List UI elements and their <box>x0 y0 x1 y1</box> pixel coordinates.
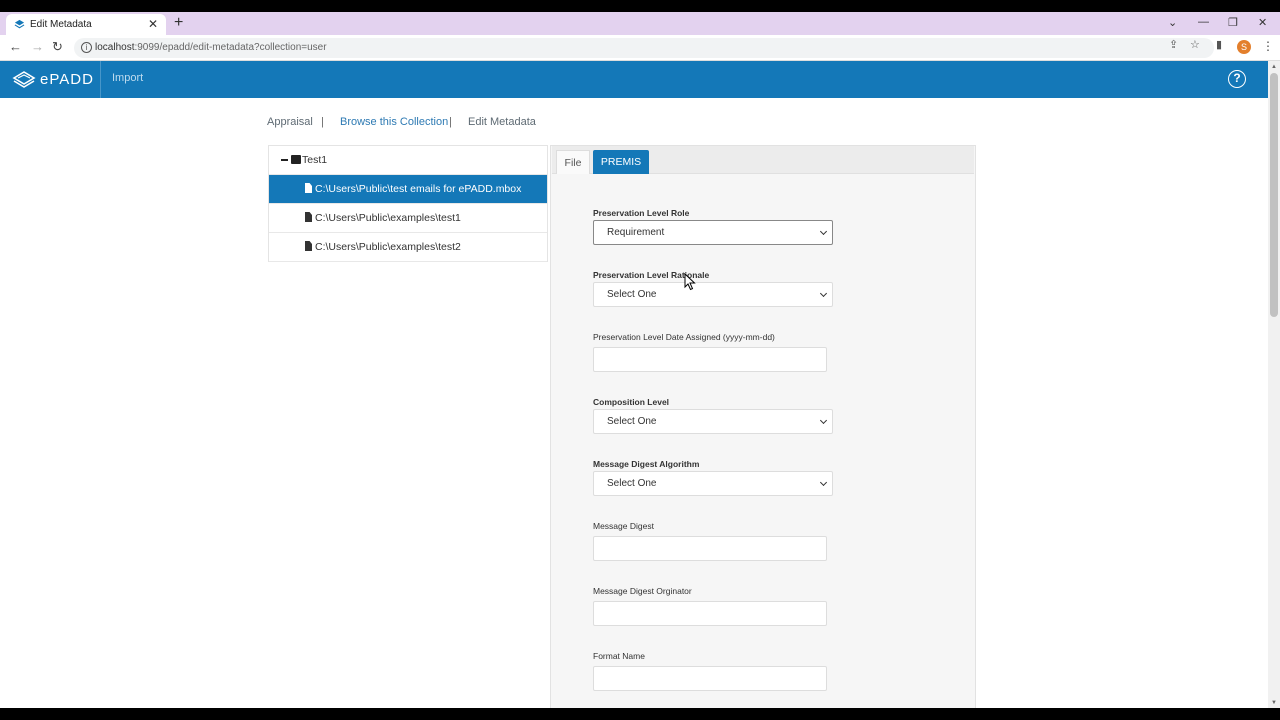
epadd-favicon-icon <box>14 19 25 29</box>
bookmark-star-icon[interactable]: ☆ <box>1190 38 1200 51</box>
tree-file-label: C:\Users\Public\examples\test1 <box>315 212 461 224</box>
preservation-level-date-input[interactable] <box>593 347 827 372</box>
url-host: localhost <box>95 42 135 53</box>
app-logo-text[interactable]: ePADD <box>40 71 94 88</box>
collection-tree: Test1 C:\Users\Public\test emails for eP… <box>268 145 548 262</box>
share-icon[interactable]: ⇪ <box>1169 38 1178 51</box>
back-icon[interactable]: ← <box>9 39 22 54</box>
url-field[interactable]: i localhost:9099/epadd/edit-metadata?col… <box>74 38 1214 58</box>
chevron-down-icon <box>819 227 828 236</box>
browser-menu-icon[interactable]: ⋮ <box>1262 39 1274 53</box>
tab-search-icon[interactable]: ⌄ <box>1168 16 1177 29</box>
file-icon <box>305 212 312 222</box>
preservation-level-date-label: Preservation Level Date Assigned (yyyy-m… <box>593 332 775 342</box>
message-digest-label: Message Digest <box>593 521 654 531</box>
message-digest-algorithm-select[interactable]: Select One <box>593 471 833 496</box>
url-path: :9099/epadd/edit-metadata?collection=use… <box>134 42 327 53</box>
browser-tab-bar: Edit Metadata ✕ + ⌄ — ❐ ✕ <box>0 12 1280 35</box>
tab-close-icon[interactable]: ✕ <box>148 17 158 31</box>
tree-file-item[interactable]: C:\Users\Public\test emails for ePADD.mb… <box>269 175 547 204</box>
folder-icon <box>291 155 301 164</box>
collapse-icon[interactable] <box>281 159 288 161</box>
file-icon <box>305 183 312 193</box>
tree-root-node[interactable]: Test1 <box>269 146 547 175</box>
editor-tabs: File PREMIS <box>552 146 974 174</box>
chevron-down-icon <box>819 289 828 298</box>
browser-tab[interactable]: Edit Metadata ✕ <box>6 14 166 35</box>
tab-premis[interactable]: PREMIS <box>593 150 649 174</box>
breadcrumb-appraisal[interactable]: Appraisal <box>267 116 313 128</box>
breadcrumb-separator: | <box>449 116 452 128</box>
tab-title: Edit Metadata <box>30 19 92 30</box>
restore-icon[interactable]: ❐ <box>1228 16 1238 29</box>
header-divider <box>100 61 101 98</box>
select-value: Select One <box>607 478 657 489</box>
minimize-icon[interactable]: — <box>1198 16 1209 28</box>
tree-file-item[interactable]: C:\Users\Public\examples\test2 <box>269 233 547 262</box>
chevron-down-icon <box>819 478 828 487</box>
message-digest-originator-input[interactable] <box>593 601 827 626</box>
select-value: Select One <box>607 289 657 300</box>
breadcrumb-separator: | <box>321 116 324 128</box>
message-digest-originator-label: Message Digest Orginator <box>593 586 692 596</box>
file-icon <box>305 241 312 251</box>
reload-icon[interactable]: ↻ <box>52 39 63 55</box>
tab-file[interactable]: File <box>556 150 590 174</box>
chevron-down-icon <box>819 416 828 425</box>
profile-avatar[interactable]: S <box>1237 40 1251 54</box>
address-bar: ← → ↻ i localhost:9099/epadd/edit-metada… <box>0 35 1280 61</box>
breadcrumb-browse-collection[interactable]: Browse this Collection <box>340 116 448 128</box>
preservation-level-role-label: Preservation Level Role <box>593 208 690 218</box>
breadcrumb-edit-metadata: Edit Metadata <box>468 116 536 128</box>
message-digest-algorithm-label: Message Digest Algorithm <box>593 459 700 469</box>
app-header: ePADD Import ? <box>0 61 1268 98</box>
forward-icon[interactable]: → <box>31 39 44 54</box>
epadd-logo-icon[interactable] <box>12 70 36 90</box>
preservation-level-role-select[interactable]: Requirement <box>593 220 833 245</box>
url-text: localhost:9099/epadd/edit-metadata?colle… <box>95 42 327 53</box>
scroll-down-icon[interactable]: ▼ <box>1271 700 1277 706</box>
tree-root-label: Test1 <box>302 154 328 166</box>
select-value: Select One <box>607 416 657 427</box>
message-digest-input[interactable] <box>593 536 827 561</box>
mouse-cursor-icon <box>684 273 696 291</box>
composition-level-label: Composition Level <box>593 397 670 407</box>
preservation-level-rationale-select[interactable]: Select One <box>593 282 833 307</box>
format-name-input[interactable] <box>593 666 827 691</box>
tree-file-item[interactable]: C:\Users\Public\examples\test1 <box>269 204 547 233</box>
format-name-label: Format Name <box>593 651 645 661</box>
help-icon[interactable]: ? <box>1228 70 1246 88</box>
site-info-icon[interactable]: i <box>81 42 92 53</box>
window-close-icon[interactable]: ✕ <box>1258 16 1267 29</box>
new-tab-button[interactable]: + <box>174 14 183 32</box>
tree-file-label: C:\Users\Public\examples\test2 <box>315 241 461 253</box>
import-nav-link[interactable]: Import <box>112 72 143 84</box>
select-value: Requirement <box>607 227 665 238</box>
scroll-thumb[interactable] <box>1270 73 1278 317</box>
composition-level-select[interactable]: Select One <box>593 409 833 434</box>
tree-file-label: C:\Users\Public\test emails for ePADD.mb… <box>315 183 522 195</box>
metadata-editor: File PREMIS Preservation Level Role Requ… <box>550 145 976 708</box>
side-panel-icon[interactable]: ▮ <box>1216 38 1222 51</box>
browser-window: Edit Metadata ✕ + ⌄ — ❐ ✕ ← → ↻ i localh… <box>0 12 1280 708</box>
page-scrollbar[interactable]: ▲ ▼ <box>1268 61 1280 708</box>
scroll-up-icon[interactable]: ▲ <box>1271 64 1277 70</box>
